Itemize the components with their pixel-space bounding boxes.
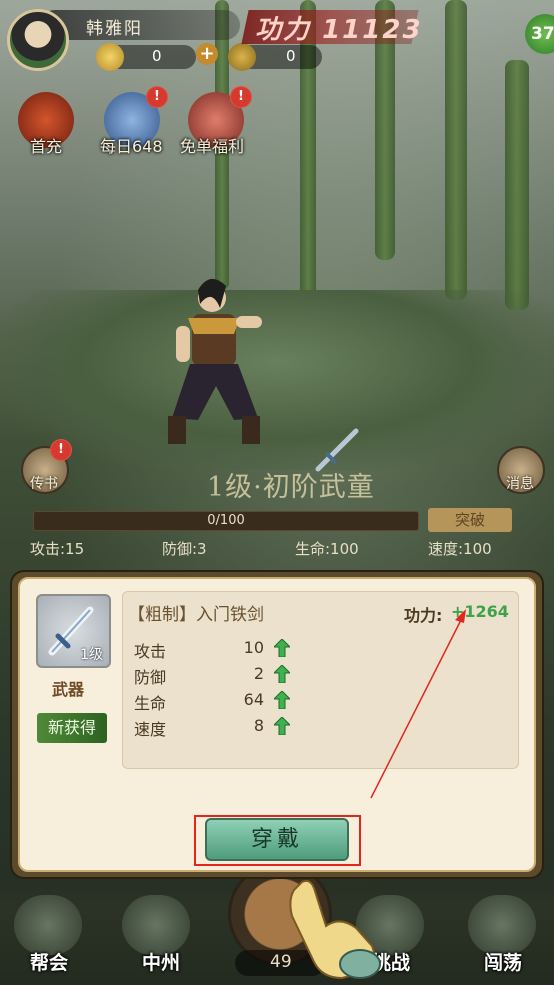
nav-guild[interactable]: 帮会 (30, 948, 68, 975)
stat-value: 10 (243, 638, 264, 657)
stat-name: 攻击 (134, 642, 167, 661)
letter-badge: ! (50, 439, 72, 461)
arrow-up-icon (274, 717, 290, 735)
nav-roam[interactable]: 闯荡 (484, 948, 522, 975)
item-type: 武器 (52, 680, 85, 699)
stat-row-attack: 攻击 10 (134, 638, 304, 661)
daily-648-label: 每日648 (100, 137, 163, 156)
player-name: 韩雅阳 (86, 19, 143, 39)
daily-648-badge: ! (146, 86, 168, 108)
gold-value: 0 (152, 47, 162, 65)
stat-row-health: 生命 64 (134, 690, 304, 713)
item-name: 【粗制】入门铁剑 (128, 605, 264, 625)
stat-value: 8 (253, 716, 264, 735)
xp-bar: 0/100 (33, 511, 419, 531)
new-obtained-tag: 新获得 (37, 713, 107, 743)
gold-ingot-icon (96, 43, 124, 71)
stat-row-speed: 速度 8 (134, 716, 304, 739)
arrow-up-icon (274, 691, 290, 709)
stat-name: 生命 (134, 694, 167, 713)
currency-coin: 0 (228, 43, 322, 71)
zhongzhou-icon[interactable] (122, 895, 190, 955)
stat-value: 64 (243, 690, 264, 709)
realm-title: 1级·初阶武童 (207, 472, 375, 503)
bamboo-stalk (445, 0, 467, 300)
equip-highlight-box (194, 815, 361, 866)
currency-gold: 0 + (96, 43, 218, 71)
item-level: 1级 (80, 647, 103, 663)
first-recharge-label: 首充 (30, 137, 63, 156)
xp-text: 0/100 (207, 513, 245, 528)
player-avatar[interactable] (7, 9, 69, 71)
annotation-arrow (370, 609, 466, 799)
stat-row-defense: 防御 2 (134, 664, 304, 687)
message-label: 消息 (506, 476, 534, 492)
tutorial-hand-icon (289, 879, 381, 980)
power-display: 功力 11123 (255, 9, 423, 46)
arrow-up-icon (274, 665, 290, 683)
guild-icon[interactable] (14, 895, 82, 955)
char-stat-attack: 攻击:15 (30, 540, 85, 558)
char-stat-defense: 防御:3 (162, 540, 207, 558)
free-benefit-badge: ! (230, 86, 252, 108)
char-stat-speed: 速度:100 (428, 540, 492, 558)
letter-label: 传书 (30, 476, 58, 492)
power-label: 功力 (255, 15, 312, 45)
stat-name: 速度 (134, 720, 167, 739)
character-figure[interactable] (150, 268, 290, 458)
bamboo-stalk (505, 60, 529, 310)
add-gold-icon[interactable]: + (196, 43, 218, 65)
free-benefit-label: 免单福利 (180, 137, 245, 156)
coin-value: 0 (286, 47, 296, 65)
breakthrough-button[interactable]: 突破 (428, 508, 512, 532)
arrow-up-icon (274, 639, 290, 657)
item-slot[interactable]: 1级 (36, 594, 111, 668)
coin-icon (228, 43, 256, 71)
stat-name: 防御 (134, 668, 167, 687)
roam-icon[interactable] (468, 895, 536, 955)
power-value: 11123 (322, 15, 423, 45)
char-stat-health: 生命:100 (295, 540, 359, 558)
stat-value: 2 (253, 664, 264, 683)
nav-zhongzhou[interactable]: 中州 (142, 948, 180, 975)
